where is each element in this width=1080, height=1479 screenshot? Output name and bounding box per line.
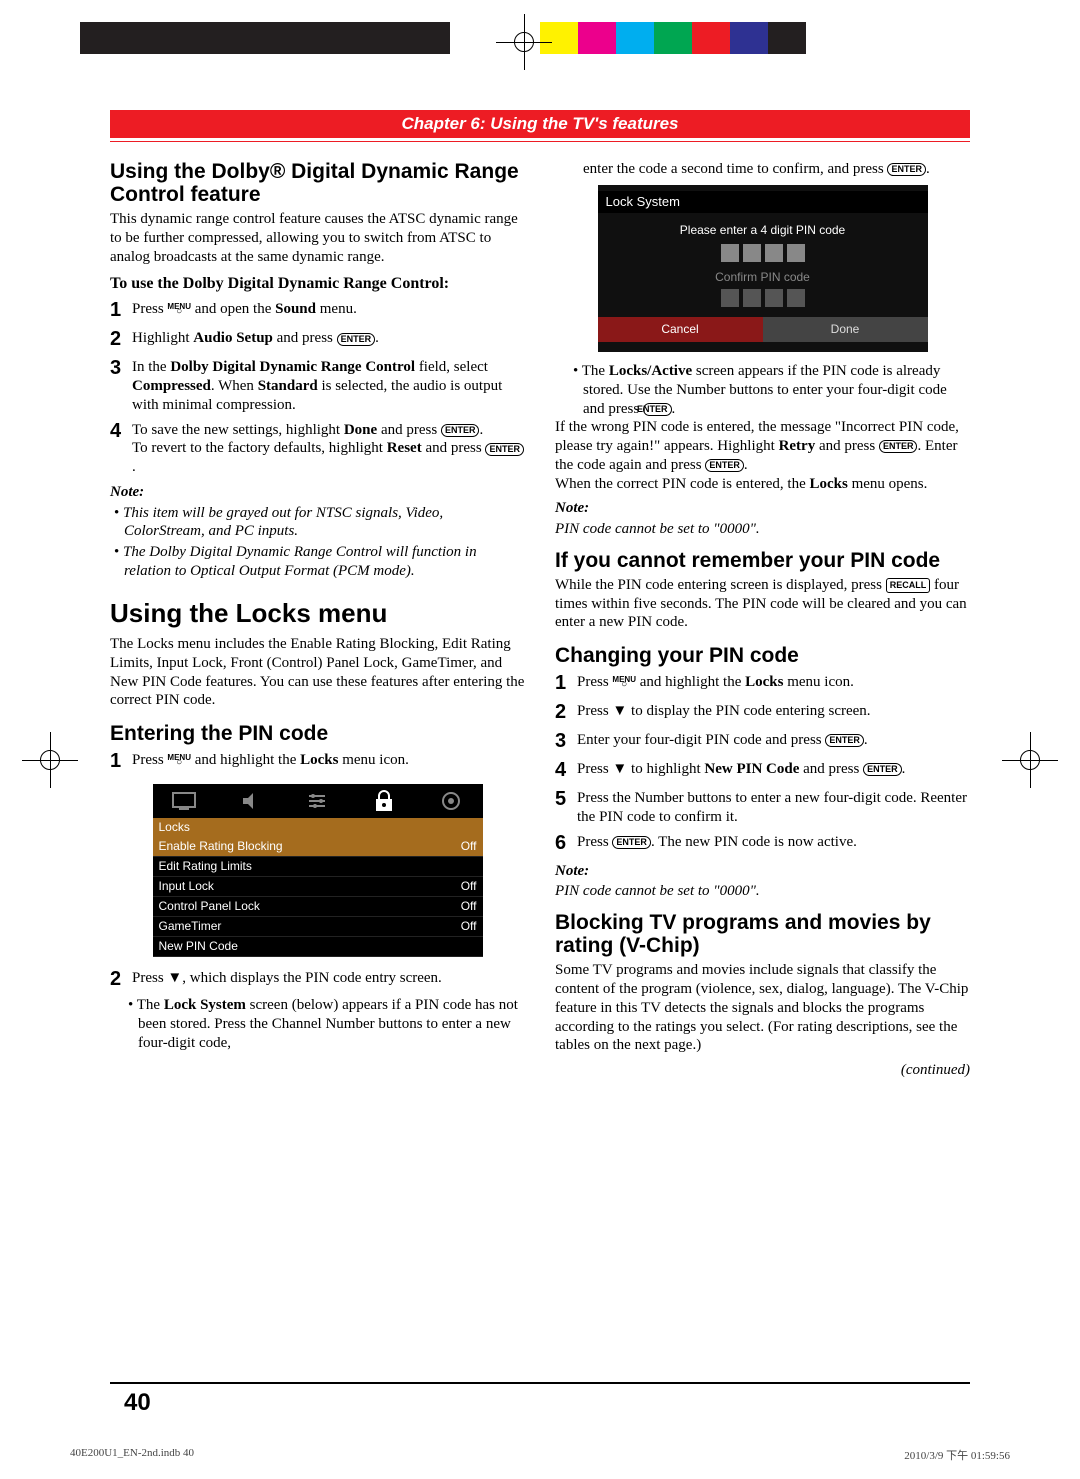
tv-screenshot-locks-menu: Locks Enable Rating BlockingOffEdit Rati… xyxy=(153,784,483,957)
enter-button-icon: ENTER xyxy=(825,734,864,747)
chapter-header-rule xyxy=(110,141,970,142)
change-step-4: 4 Press ▼ to highlight New PIN Code and … xyxy=(555,758,970,783)
tv-pin-fields xyxy=(598,244,928,262)
enter-button-icon: ENTER xyxy=(337,333,376,346)
enter-button-icon: ENTER xyxy=(705,459,744,472)
enter-bullet-1-cont: enter the code a second time to confirm,… xyxy=(583,160,970,179)
change-step-2: 2 Press ▼ to display the PIN code enteri… xyxy=(555,700,970,725)
tv-locks-row: Edit Rating Limits xyxy=(153,857,483,877)
footer-filename: 40E200U1_EN-2nd.indb 40 xyxy=(70,1447,194,1463)
tv-icon-locks xyxy=(370,790,398,812)
heading-forgot-pin: If you cannot remember your PIN code xyxy=(555,549,970,572)
enter-button-icon: ENTER xyxy=(612,836,651,849)
chapter-header: Chapter 6: Using the TV's features xyxy=(110,110,970,138)
heading-change-pin: Changing your PIN code xyxy=(555,644,970,667)
enter-bullet-1: The Lock System screen (below) appears i… xyxy=(138,996,525,1052)
enter-button-icon: ENTER xyxy=(887,163,926,176)
locks-active-bullet: The Locks/Active screen appears if the P… xyxy=(583,362,970,418)
change-step-6: 6 Press ENTER. The new PIN code is now a… xyxy=(555,831,970,856)
tv-icon-setup xyxy=(437,790,465,812)
tv-locks-title: Locks xyxy=(153,818,483,837)
dolby-step-4: 4 To save the new settings, highlight Do… xyxy=(110,419,525,477)
tv-cancel-button: Cancel xyxy=(598,317,763,342)
enter-button-icon: ENTER xyxy=(863,763,902,776)
right-column: enter the code a second time to confirm,… xyxy=(555,160,970,1080)
tv-locks-row: Input LockOff xyxy=(153,877,483,897)
wrong-pin-text: If the wrong PIN code is entered, the me… xyxy=(555,418,970,474)
heading-dolby: Using the Dolby® Digital Dynamic Range C… xyxy=(110,160,525,206)
tv-screenshot-lock-system: Lock System Please enter a 4 digit PIN c… xyxy=(598,185,928,352)
footer-timestamp: 2010/3/9 下午 01:59:56 xyxy=(904,1447,1010,1463)
vchip-body: Some TV programs and movies include sign… xyxy=(555,961,970,1055)
menu-button-icon: MENU○ xyxy=(167,304,191,316)
dolby-step-2: 2 Highlight Audio Setup and press ENTER. xyxy=(110,327,525,352)
tv-lock-system-title: Lock System xyxy=(598,191,928,213)
pin-note: PIN code cannot be set to "0000". xyxy=(555,520,970,539)
locks-intro: The Locks menu includes the Enable Ratin… xyxy=(110,635,525,710)
dolby-note-1: This item will be grayed out for NTSC si… xyxy=(124,504,525,542)
enter-button-icon: ENTER xyxy=(643,403,672,416)
heading-enter-pin: Entering the PIN code xyxy=(110,722,525,745)
note-label: Note: xyxy=(110,483,525,502)
dolby-subheading: To use the Dolby Digital Dynamic Range C… xyxy=(110,274,525,294)
page-rule xyxy=(110,1382,970,1384)
change-step-1: 1 Press MENU○ and highlight the Locks me… xyxy=(555,671,970,696)
enter-button-icon: ENTER xyxy=(879,440,918,453)
dolby-step-1: 1 Press MENU○ and open the Sound menu. xyxy=(110,298,525,323)
heading-vchip: Blocking TV programs and movies by ratin… xyxy=(555,911,970,957)
dolby-note-2: The Dolby Digital Dynamic Range Control … xyxy=(124,543,525,581)
page-number: 40 xyxy=(124,1389,151,1417)
menu-button-icon: MENU○ xyxy=(167,755,191,767)
tv-icon-sound xyxy=(237,790,265,812)
tv-icon-settings xyxy=(303,790,331,812)
pin-note-2: PIN code cannot be set to "0000". xyxy=(555,882,970,901)
tv-done-button: Done xyxy=(763,317,928,342)
tv-confirm-label: Confirm PIN code xyxy=(598,270,928,285)
tv-locks-row: Enable Rating BlockingOff xyxy=(153,837,483,857)
registration-mark-right xyxy=(1010,740,1050,780)
enter-step-2: 2 Press ▼, which displays the PIN code e… xyxy=(110,967,525,992)
correct-pin-text: When the correct PIN code is entered, th… xyxy=(555,475,970,494)
enter-button-icon: ENTER xyxy=(485,443,524,456)
continued-marker: (continued) xyxy=(555,1061,970,1080)
change-step-5: 5Press the Number buttons to enter a new… xyxy=(555,787,970,827)
tv-icon-picture xyxy=(170,790,198,812)
change-step-3: 3 Enter your four-digit PIN code and pre… xyxy=(555,729,970,754)
tv-locks-row: New PIN Code xyxy=(153,937,483,957)
tv-pin-message: Please enter a 4 digit PIN code xyxy=(598,223,928,238)
tv-confirm-pin-fields xyxy=(598,289,928,307)
heading-locks: Using the Locks menu xyxy=(110,597,525,630)
tv-locks-row: GameTimerOff xyxy=(153,917,483,937)
registration-mark-top xyxy=(504,22,544,62)
left-column: Using the Dolby® Digital Dynamic Range C… xyxy=(110,160,525,1080)
print-footer: 40E200U1_EN-2nd.indb 40 2010/3/9 下午 01:5… xyxy=(70,1447,1010,1463)
dolby-intro: This dynamic range control feature cause… xyxy=(110,210,525,266)
enter-button-icon: ENTER xyxy=(441,424,480,437)
menu-button-icon: MENU○ xyxy=(612,677,636,689)
note-label: Note: xyxy=(555,499,970,518)
recall-button-icon: RECALL xyxy=(886,578,931,593)
forgot-pin-text: While the PIN code entering screen is di… xyxy=(555,576,970,632)
dolby-step-3: 3 In the Dolby Digital Dynamic Range Con… xyxy=(110,356,525,414)
note-label: Note: xyxy=(555,862,970,881)
registration-mark-left xyxy=(30,740,70,780)
enter-step-1: 1 Press MENU○ and highlight the Locks me… xyxy=(110,749,525,774)
tv-locks-row: Control Panel LockOff xyxy=(153,897,483,917)
